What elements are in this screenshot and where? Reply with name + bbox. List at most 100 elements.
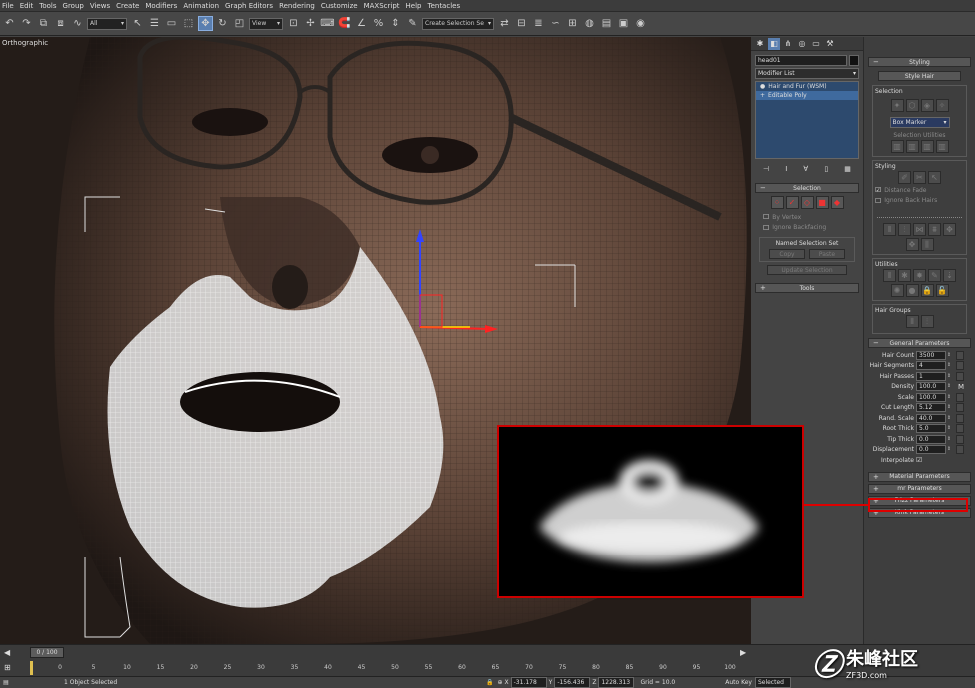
util-7-icon[interactable]: ●: [905, 284, 919, 297]
update-selection-button[interactable]: Update Selection: [767, 265, 847, 275]
material-editor-icon[interactable]: ◍: [582, 16, 597, 31]
auto-key-button[interactable]: Auto Key: [725, 679, 752, 686]
unlink-icon[interactable]: ⧈: [53, 16, 68, 31]
maxscript-listener-icon[interactable]: ▤: [0, 679, 12, 686]
style-tool-6-icon[interactable]: ✥: [905, 238, 919, 251]
map-slot-button[interactable]: [956, 403, 964, 413]
window-crossing-icon[interactable]: ⬚: [181, 16, 196, 31]
bind-spacewarp-icon[interactable]: ∿: [70, 16, 85, 31]
style-hair-button[interactable]: Style Hair: [878, 71, 961, 81]
polygon-icon[interactable]: ■: [815, 196, 829, 209]
menu-item-help[interactable]: Help: [406, 2, 422, 10]
angle-snap-icon[interactable]: ∠: [354, 16, 369, 31]
percent-snap-icon[interactable]: %: [371, 16, 386, 31]
style-tool-1-icon[interactable]: ⫴: [883, 223, 896, 236]
paste-button[interactable]: Paste: [809, 249, 845, 259]
param-input[interactable]: 4: [916, 361, 946, 371]
map-slot-button[interactable]: [956, 413, 964, 423]
style-tool-4-icon[interactable]: ⩩: [928, 223, 941, 236]
tools-rollout[interactable]: Tools: [755, 283, 859, 293]
mirror-icon[interactable]: ⇄: [497, 16, 512, 31]
util-6-icon[interactable]: ✺: [890, 284, 904, 297]
spinner-icon[interactable]: ⇕: [946, 445, 952, 454]
z-coord-input[interactable]: 1228.313: [598, 677, 635, 688]
scale-icon[interactable]: ◰: [232, 16, 247, 31]
hair-select-tool-2-icon[interactable]: ⬡: [905, 99, 919, 112]
modifier-stack[interactable]: ● Hair and Fur (WSM) + Editable Poly: [755, 81, 859, 159]
param-input[interactable]: 3500: [916, 350, 946, 360]
named-selection-dropdown[interactable]: Create Selection Se ▾: [422, 17, 494, 30]
redo-icon[interactable]: ↷: [19, 16, 34, 31]
mini-curve-editor-icon[interactable]: ⊞: [4, 663, 11, 672]
styling-rollout[interactable]: Styling: [868, 57, 971, 67]
align-icon[interactable]: ⊟: [514, 16, 529, 31]
key-filter-dropdown[interactable]: Selected: [754, 677, 791, 688]
util-2-icon[interactable]: ✱: [898, 269, 911, 282]
modify-tab-icon[interactable]: ◧: [768, 37, 780, 50]
quick-render-icon[interactable]: ◉: [633, 16, 648, 31]
param-input[interactable]: 5.0: [916, 424, 946, 434]
display-tab-icon[interactable]: ▭: [810, 38, 822, 50]
sel-util-1-icon[interactable]: ▥: [890, 140, 904, 153]
hair-brush-icon[interactable]: ✐: [898, 171, 911, 184]
snap-icon[interactable]: 🧲: [337, 16, 352, 31]
style-tool-2-icon[interactable]: ⫶: [898, 223, 911, 236]
utilities-tab-icon[interactable]: ⚒: [824, 38, 836, 50]
by-vertex-checkbox[interactable]: ☐: [763, 213, 769, 221]
remove-modifier-icon[interactable]: ▯: [824, 165, 828, 173]
motion-tab-icon[interactable]: ◎: [796, 38, 808, 50]
create-tab-icon[interactable]: ✱: [754, 38, 766, 50]
selection-mode-dropdown[interactable]: Box Marker ▾: [889, 117, 950, 128]
x-coord-input[interactable]: -31.178: [510, 677, 547, 688]
util-4-icon[interactable]: ✎: [928, 269, 941, 282]
menu-item-edit[interactable]: Edit: [20, 2, 34, 10]
schematic-view-icon[interactable]: ⊞: [565, 16, 580, 31]
select-object-icon[interactable]: ↖: [130, 16, 145, 31]
mr-parameters-rollout[interactable]: mr Parameters: [868, 483, 971, 494]
select-by-name-icon[interactable]: ☰: [147, 16, 162, 31]
group-1-icon[interactable]: ⫴: [905, 315, 919, 328]
param-input[interactable]: 1: [916, 371, 946, 381]
configure-sets-icon[interactable]: ▦: [844, 165, 851, 173]
stack-item-editable-poly[interactable]: + Editable Poly: [756, 91, 858, 100]
style-tool-5-icon[interactable]: ✥: [943, 223, 956, 236]
menu-item-file[interactable]: File: [2, 2, 14, 10]
reference-coord-dropdown[interactable]: View ▾: [249, 17, 283, 30]
map-slot-button[interactable]: [956, 371, 964, 381]
map-slot-button[interactable]: [956, 350, 964, 360]
spinner-icon[interactable]: ⇕: [946, 435, 952, 444]
util-1-icon[interactable]: ⫴: [883, 269, 896, 282]
param-input[interactable]: 40.0: [916, 413, 946, 423]
map-slot-button[interactable]: [956, 361, 964, 371]
spinner-icon[interactable]: ⇕: [946, 361, 952, 370]
general-parameters-rollout[interactable]: General Parameters: [868, 338, 971, 348]
element-icon[interactable]: ◆: [830, 196, 844, 209]
spinner-icon[interactable]: ⇕: [946, 393, 952, 402]
stack-item-hair-fur[interactable]: ● Hair and Fur (WSM): [756, 82, 858, 91]
spinner-icon[interactable]: ⇕: [946, 382, 952, 391]
menu-item-create[interactable]: Create: [116, 2, 139, 10]
spinner-icon[interactable]: ⇕: [946, 414, 952, 423]
layer-manager-icon[interactable]: ≣: [531, 16, 546, 31]
lightbulb-icon[interactable]: ●: [760, 83, 765, 90]
y-coord-input[interactable]: -156.436: [554, 677, 591, 688]
map-slot-button[interactable]: [956, 445, 964, 455]
spinner-icon[interactable]: ⇕: [946, 351, 952, 360]
menu-item-graph-editors[interactable]: Graph Editors: [225, 2, 273, 10]
menu-item-maxscript[interactable]: MAXScript: [364, 2, 400, 10]
density-map-button[interactable]: M: [958, 383, 964, 391]
pivot-icon[interactable]: ⊡: [286, 16, 301, 31]
selection-filter-dropdown[interactable]: All ▾: [87, 17, 127, 30]
menu-item-modifiers[interactable]: Modifiers: [145, 2, 177, 10]
hierarchy-tab-icon[interactable]: ⋔: [782, 38, 794, 50]
expand-icon[interactable]: +: [760, 92, 765, 99]
hair-cut-icon[interactable]: ✂: [913, 171, 926, 184]
absolute-mode-icon[interactable]: ⊕: [497, 679, 502, 686]
curve-editor-icon[interactable]: ∽: [548, 16, 563, 31]
util-3-icon[interactable]: ✸: [913, 269, 926, 282]
spinner-icon[interactable]: ⇕: [946, 424, 952, 433]
undo-icon[interactable]: ↶: [2, 16, 17, 31]
sel-util-3-icon[interactable]: ▥: [920, 140, 934, 153]
ignore-backfacing-checkbox[interactable]: ☐: [763, 224, 769, 232]
style-tool-3-icon[interactable]: ⋈: [913, 223, 926, 236]
